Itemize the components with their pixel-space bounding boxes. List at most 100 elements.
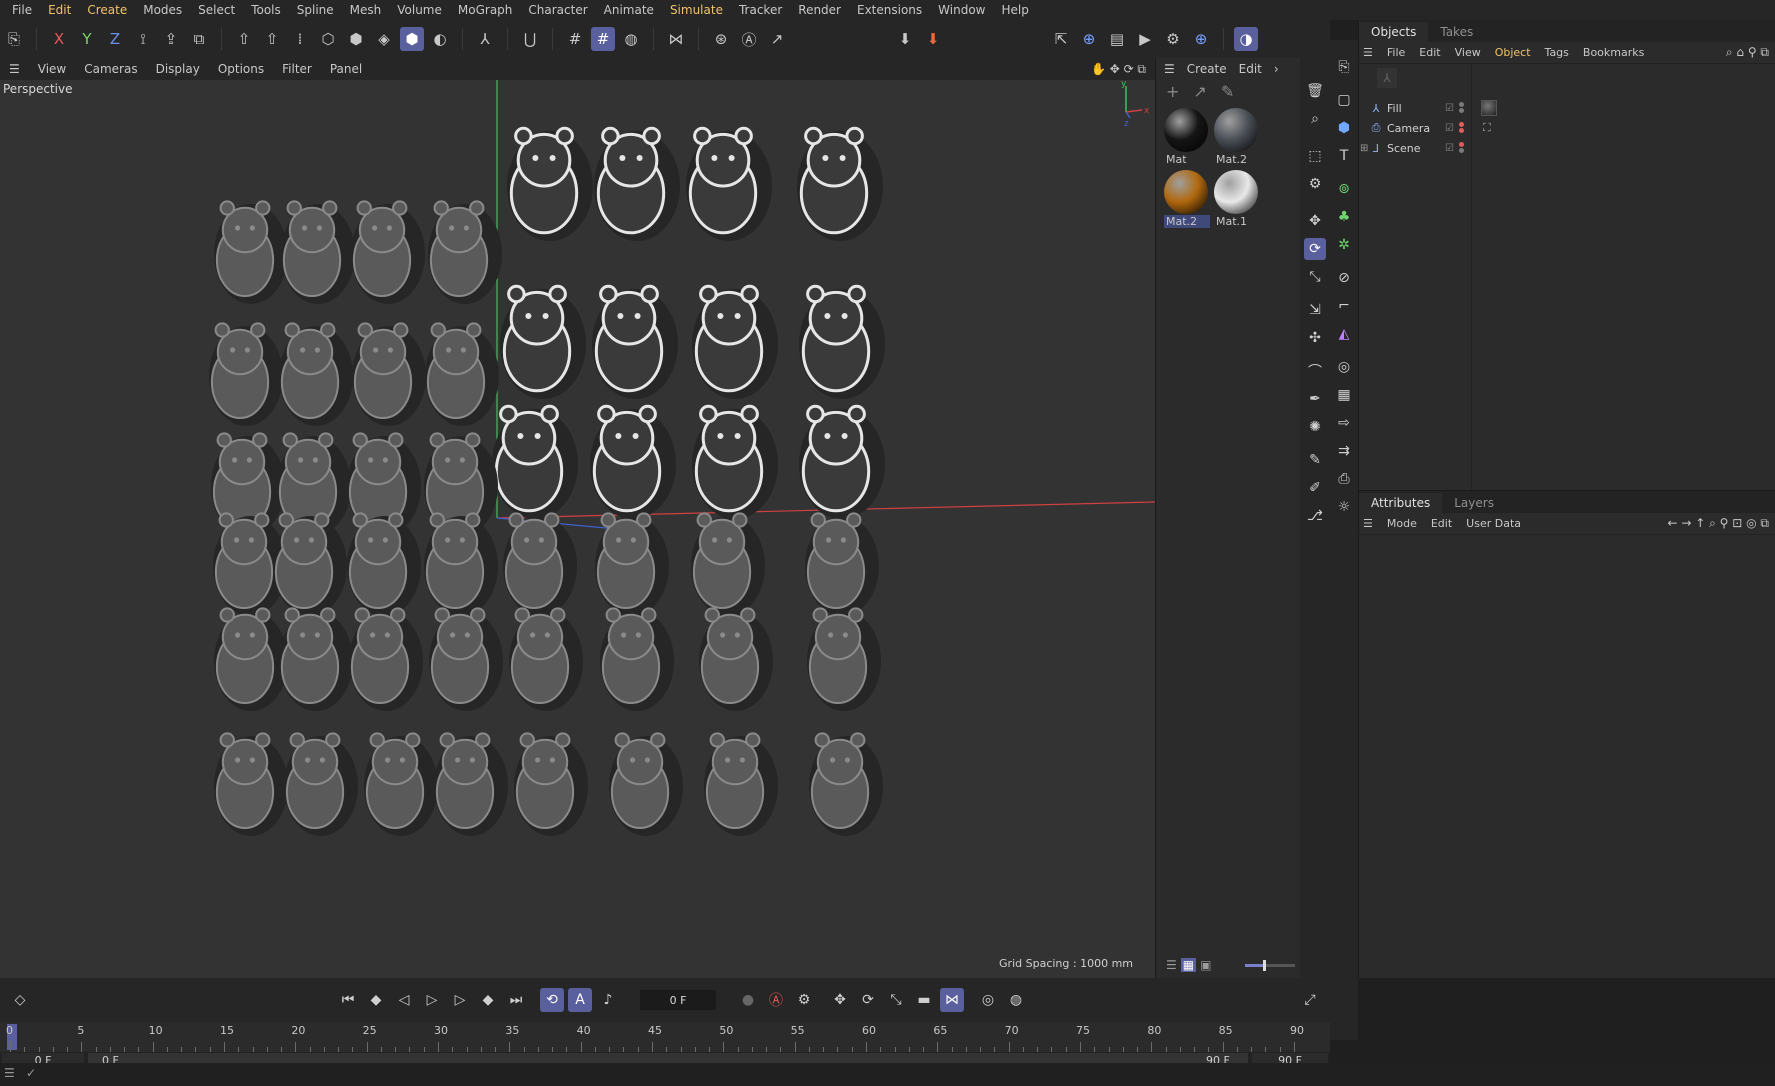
pla-key-icon[interactable]: ⋈ [940,988,964,1012]
sun-icon[interactable]: ☼ [1333,496,1355,518]
visibility-dots[interactable] [1459,121,1465,134]
link-icon[interactable]: ↗ [1193,82,1206,101]
cube-icon[interactable]: ⬢ [1333,117,1355,139]
fcurve-icon[interactable]: ⤢ [1298,988,1322,1012]
menu-item-volume[interactable]: Volume [389,3,450,17]
viewport-menu-options[interactable]: Options [209,62,273,76]
frame-ruler[interactable]: 0 5 10 15 20 25 30 35 40 45 50 55 60 65 70 75 80 85 90 [0,1022,1330,1052]
solo-hierarchy-icon[interactable]: Ⓐ [737,27,761,51]
render-to-pv-icon[interactable]: ▶ [1133,27,1157,51]
uv-mode-icon[interactable]: ◐ [428,27,452,51]
menu-item-help[interactable]: Help [994,3,1037,17]
visibility-check-icon[interactable]: ☑ [1445,123,1454,134]
current-frame-field[interactable]: 0 F [640,990,716,1010]
render-queue-icon[interactable]: ⊕ [1189,27,1213,51]
scale-key-icon[interactable]: ⤡ [884,988,908,1012]
menu-item-select[interactable]: Select [190,3,243,17]
timeline-editor-icon[interactable]: ◍ [1004,988,1028,1012]
edges-mode-icon[interactable]: ⬢ [344,27,368,51]
points-mode-icon[interactable]: ⬡ [316,27,340,51]
interactive-render-icon[interactable]: ◑ [1234,27,1258,51]
menu-item-file[interactable]: File [4,3,40,17]
menu-item-mesh[interactable]: Mesh [342,3,390,17]
viewport-menu-cameras[interactable]: Cameras [75,62,146,76]
coordinate-system-icon[interactable]: ⟟ [131,27,155,51]
polygons-mode-icon[interactable]: ◈ [372,27,396,51]
menu-item-character[interactable]: Character [520,3,595,17]
import-icon[interactable]: ⬇ [893,27,917,51]
generator-icon[interactable]: ⊚ [1333,178,1355,200]
knife-icon[interactable]: ✒ [1304,388,1326,410]
sketch-icon[interactable]: ⎇ [1304,505,1326,527]
brush-icon[interactable]: ✎ [1304,449,1326,471]
axis-z-lock-button[interactable]: Z [103,27,127,51]
workplane-icon[interactable]: # [591,27,615,51]
loop-icon[interactable]: ⟲ [540,988,564,1012]
material-swatch[interactable]: Mat.2 [1164,170,1210,230]
key-settings-icon[interactable]: ⚙ [792,988,816,1012]
visibility-check-icon[interactable]: ☑ [1445,143,1454,154]
chevron-right-icon[interactable]: › [1274,62,1279,76]
delete-icon[interactable]: 🗑 [1304,80,1326,102]
viewport-menu-view[interactable]: View [29,62,75,76]
attribute-menu-mode[interactable]: Mode [1387,517,1417,530]
environment-icon[interactable]: ◎ [1333,356,1355,378]
model-mode-icon[interactable]: ⬢ [400,27,424,51]
go-to-start-icon[interactable]: ⏮ [336,988,360,1012]
menu-item-animate[interactable]: Animate [596,3,662,17]
attribute-nav-icons[interactable]: ← → ↑ ⌕ ⚲ ⊡ ◎ ⧉ [1668,516,1769,531]
menu-item-window[interactable]: Window [930,3,993,17]
render-view-icon[interactable]: ⇱ [1049,27,1073,51]
large-view-icon[interactable]: ▣ [1200,958,1211,972]
menu-item-spline[interactable]: Spline [289,3,342,17]
menu-item-render[interactable]: Render [790,3,849,17]
export-icon[interactable]: ⇧ [232,27,256,51]
spline-icon[interactable]: ⌐ [1333,295,1355,317]
viewport-navigation-icons[interactable]: ✋ ✥ ⟳ ⧉ [1082,62,1155,77]
solo-icon[interactable]: ⊛ [709,27,733,51]
axis-x-lock-button[interactable]: X [47,27,71,51]
perspective-viewport[interactable]: Perspective x y z Grid Spacing : 1000 mm [0,80,1155,978]
grid-dots-icon[interactable]: ⁞ [288,27,312,51]
menu-item-simulate[interactable]: Simulate [662,3,731,17]
attribute-menu-user-data[interactable]: User Data [1466,517,1521,530]
object-path-icon[interactable]: ⅄ [1377,68,1397,88]
edit-material-icon[interactable]: ✎ [1221,82,1234,101]
object-menu-view[interactable]: View [1455,46,1481,59]
motion-system-icon[interactable]: ◎ [976,988,1000,1012]
play-icon[interactable]: ▷ [420,988,444,1012]
material-swatch[interactable]: Mat [1164,108,1210,168]
grid-view-icon[interactable]: ▦ [1180,958,1197,972]
deformer-icon[interactable]: ✲ [1333,234,1355,256]
tab-objects[interactable]: Objects [1359,22,1429,42]
object-search-icon[interactable]: ⌕ ⌂ ⚲ ⧉ [1726,45,1769,60]
render-settings-icon[interactable]: ⧉ [187,27,211,51]
keyframe-icon[interactable]: ◇ [8,988,32,1012]
light-icon[interactable]: ⇨ [1333,412,1355,434]
list-view-icon[interactable]: ☰ [1166,958,1177,972]
magnet-icon[interactable]: ⌒ [1304,360,1326,382]
viewport-menu-display[interactable]: Display [147,62,209,76]
menu-item-modes[interactable]: Modes [135,3,190,17]
protection-tag-icon[interactable]: ⛶ [1483,121,1491,135]
visibility-dots[interactable] [1459,101,1465,114]
pen-icon[interactable]: ✐ [1304,477,1326,499]
rotate-icon[interactable]: ⟳ [1304,238,1326,260]
layout-icon[interactable]: ⎘ [1333,56,1355,78]
material-menu-create[interactable]: Create [1187,62,1227,76]
field-icon[interactable]: ⊘ [1333,267,1355,289]
next-key-icon[interactable]: ◆ [476,988,500,1012]
next-frame-icon[interactable]: ▷ [448,988,472,1012]
add-material-icon[interactable]: + [1166,82,1179,101]
null-object-icon[interactable]: ▢ [1333,89,1355,111]
previous-key-icon[interactable]: ◆ [364,988,388,1012]
render-picture-viewer-icon[interactable]: ▤ [1105,27,1129,51]
object-menu-icon[interactable]: ☰ [1363,46,1373,59]
solo-off-icon[interactable]: ↗ [765,27,789,51]
menu-item-edit[interactable]: Edit [40,3,79,17]
menu-item-tracker[interactable]: Tracker [731,3,790,17]
render-active-icon[interactable]: ⊕ [1077,27,1101,51]
render-tag-icon[interactable]: ⇉ [1333,440,1355,462]
menu-item-extensions[interactable]: Extensions [849,3,930,17]
paint-icon[interactable]: ✺ [1304,416,1326,438]
